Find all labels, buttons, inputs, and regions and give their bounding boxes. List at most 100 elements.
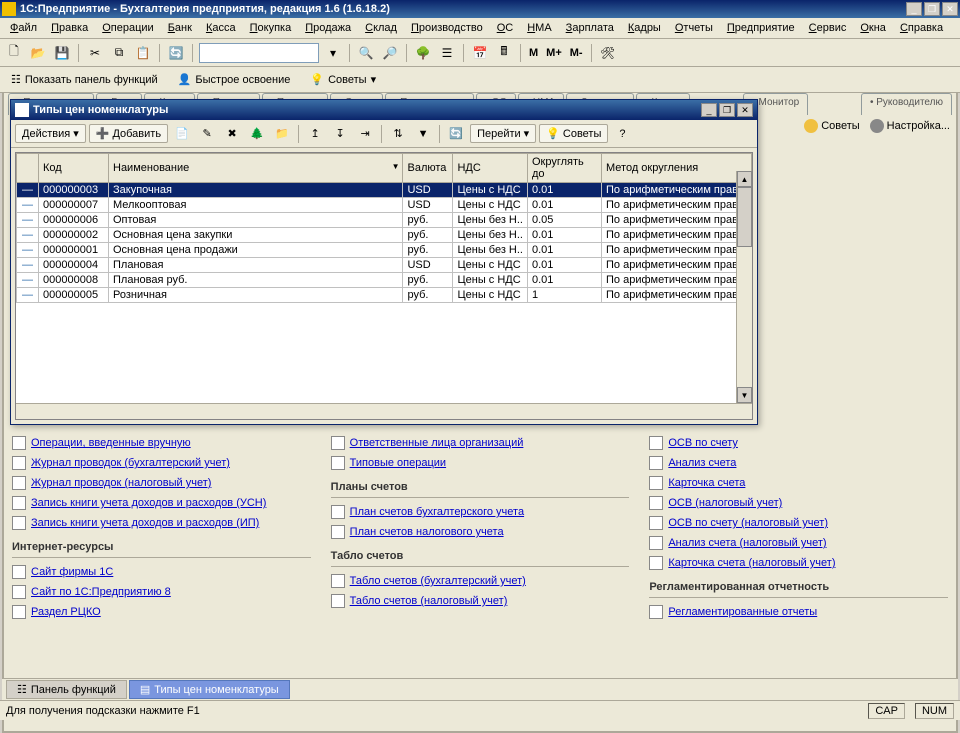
table-row[interactable]: —000000002Основная цена закупкируб.Цены … (17, 228, 752, 243)
panel-link[interactable]: Карточка счета (649, 473, 948, 493)
dropdown-icon[interactable]: ▾ (323, 43, 343, 63)
dialog-maximize-button[interactable]: ❐ (719, 103, 735, 117)
delete-mark-icon[interactable]: ✖ (221, 123, 243, 145)
price-types-grid[interactable]: КодНаименованиеВалютаНДСОкруглять доМето… (15, 152, 753, 420)
m-plus-label[interactable]: M+ (544, 47, 564, 59)
menu-отчеты[interactable]: Отчеты (669, 20, 719, 36)
panel-link[interactable]: План счетов бухгалтерского учета (331, 502, 630, 522)
copy-icon[interactable]: ⧉ (109, 43, 129, 63)
open-icon[interactable]: 📂 (28, 43, 48, 63)
task-price-types[interactable]: ▤Типы цен номенклатуры (129, 680, 290, 699)
dialog-minimize-button[interactable]: _ (701, 103, 717, 117)
table-row[interactable]: —000000004ПлановаяUSDЦены с НДС0.01По ар… (17, 258, 752, 273)
add-button[interactable]: ➕Добавить (89, 124, 168, 143)
menu-ос[interactable]: ОС (491, 20, 520, 36)
table-row[interactable]: —000000006Оптоваяруб.Цены без Н..0.05По … (17, 213, 752, 228)
menu-касса[interactable]: Касса (200, 20, 242, 36)
task-panel-functions[interactable]: ☷Панель функций (6, 680, 127, 699)
settings-link[interactable]: Настройка... (870, 119, 950, 133)
menu-предприятие[interactable]: Предприятие (721, 20, 801, 36)
tools-icon[interactable]: 🛠 (598, 43, 618, 63)
minimize-button[interactable]: _ (906, 2, 922, 16)
tree-icon[interactable]: 🌳 (413, 43, 433, 63)
panel-link[interactable]: Запись книги учета доходов и расходов (И… (12, 513, 311, 533)
panel-link[interactable]: Сайт по 1С:Предприятию 8 (12, 582, 311, 602)
search-input[interactable] (199, 43, 319, 63)
advice-button[interactable]: 💡Советы▾ (303, 70, 383, 89)
add-copy-icon[interactable]: 📄 (171, 123, 193, 145)
panel-link[interactable]: Операции, введенные вручную (12, 433, 311, 453)
panel-link[interactable]: План счетов налогового учета (331, 522, 630, 542)
dialog-close-button[interactable]: ✕ (737, 103, 753, 117)
menu-файл[interactable]: Файл (4, 20, 43, 36)
panel-link[interactable]: Журнал проводок (бухгалтерский учет) (12, 453, 311, 473)
move-up-icon[interactable]: ↥ (304, 123, 326, 145)
m-label[interactable]: M (527, 47, 540, 59)
menu-продажа[interactable]: Продажа (299, 20, 357, 36)
panel-link[interactable]: Карточка счета (налоговый учет) (649, 553, 948, 573)
filter-icon[interactable]: ▼ (412, 123, 434, 145)
menu-покупка[interactable]: Покупка (244, 20, 298, 36)
close-button[interactable]: ✕ (942, 2, 958, 16)
panel-link[interactable]: Сайт фирмы 1С (12, 562, 311, 582)
paste-icon[interactable]: 📋 (133, 43, 153, 63)
menu-нма[interactable]: НМА (521, 20, 557, 36)
calc-icon[interactable]: 🖩 (494, 43, 514, 63)
find-icon[interactable]: 🔍 (356, 43, 376, 63)
actions-button[interactable]: Действия▾ (15, 124, 86, 143)
panel-link[interactable]: Ответственные лица организаций (331, 433, 630, 453)
menu-банк[interactable]: Банк (162, 20, 198, 36)
find-next-icon[interactable]: 🔎 (380, 43, 400, 63)
cut-icon[interactable]: ✂ (85, 43, 105, 63)
hierarchical-icon[interactable]: 🌲 (246, 123, 268, 145)
edit-icon[interactable]: ✎ (196, 123, 218, 145)
table-row[interactable]: —000000001Основная цена продажируб.Цены … (17, 243, 752, 258)
panel-link[interactable]: Анализ счета (налоговый учет) (649, 533, 948, 553)
vertical-scrollbar[interactable]: ▲▼ (736, 171, 752, 403)
col-3[interactable]: Валюта (403, 154, 453, 183)
menu-производство[interactable]: Производство (405, 20, 489, 36)
panel-link[interactable]: Журнал проводок (налоговый учет) (12, 473, 311, 493)
menu-правка[interactable]: Правка (45, 20, 94, 36)
dialog-advice-button[interactable]: 💡Советы (539, 124, 608, 143)
table-row[interactable]: —000000003ЗакупочнаяUSDЦены с НДС0.01По … (17, 183, 752, 198)
m-minus-label[interactable]: M- (568, 47, 585, 59)
horizontal-scrollbar[interactable] (16, 403, 752, 419)
level-up-icon[interactable]: ⇥ (354, 123, 376, 145)
quick-start-button[interactable]: 👤Быстрое освоение (171, 70, 298, 89)
calendar-icon[interactable]: 📅 (470, 43, 490, 63)
tab-12[interactable]: • Руководителю (861, 93, 952, 115)
col-4[interactable]: НДС (453, 154, 528, 183)
panel-link[interactable]: Регламентированные отчеты (649, 602, 948, 622)
go-button[interactable]: Перейти▾ (470, 124, 536, 143)
col-6[interactable]: Метод округления (602, 154, 752, 183)
col-5[interactable]: Округлять до (528, 154, 602, 183)
panel-link[interactable]: ОСВ по счету (649, 433, 948, 453)
save-icon[interactable]: 💾 (52, 43, 72, 63)
group-icon[interactable]: 📁 (271, 123, 293, 145)
menu-зарплата[interactable]: Зарплата (560, 20, 620, 36)
col-1[interactable]: Код (39, 154, 109, 183)
col-2[interactable]: Наименование (109, 154, 403, 183)
table-row[interactable]: —000000008Плановая руб.руб.Цены с НДС0.0… (17, 273, 752, 288)
restore-button[interactable]: ❐ (924, 2, 940, 16)
help-icon[interactable]: ? (611, 123, 633, 145)
panel-link[interactable]: Табло счетов (бухгалтерский учет) (331, 571, 630, 591)
new-icon[interactable]: 🗋 (4, 43, 24, 63)
table-row[interactable]: —000000005Розничнаяруб.Цены с НДС1По ари… (17, 288, 752, 303)
panel-link[interactable]: Типовые операции (331, 453, 630, 473)
col-0[interactable] (17, 154, 39, 183)
advice-link[interactable]: Советы (804, 119, 859, 133)
panel-link[interactable]: ОСВ (налоговый учет) (649, 493, 948, 513)
table-row[interactable]: —000000007МелкооптоваяUSDЦены с НДС0.01П… (17, 198, 752, 213)
panel-link[interactable]: Табло счетов (налоговый учет) (331, 591, 630, 611)
refresh-icon[interactable]: 🔄 (166, 43, 186, 63)
menu-окна[interactable]: Окна (854, 20, 892, 36)
show-panel-button[interactable]: ☷Показать панель функций (4, 70, 165, 89)
list-icon[interactable]: ☰ (437, 43, 457, 63)
panel-link[interactable]: Раздел РЦКО (12, 602, 311, 622)
menu-склад[interactable]: Склад (359, 20, 403, 36)
panel-link[interactable]: Запись книги учета доходов и расходов (У… (12, 493, 311, 513)
dialog-titlebar[interactable]: Типы цен номенклатуры _ ❐ ✕ (11, 100, 757, 120)
panel-link[interactable]: ОСВ по счету (налоговый учет) (649, 513, 948, 533)
